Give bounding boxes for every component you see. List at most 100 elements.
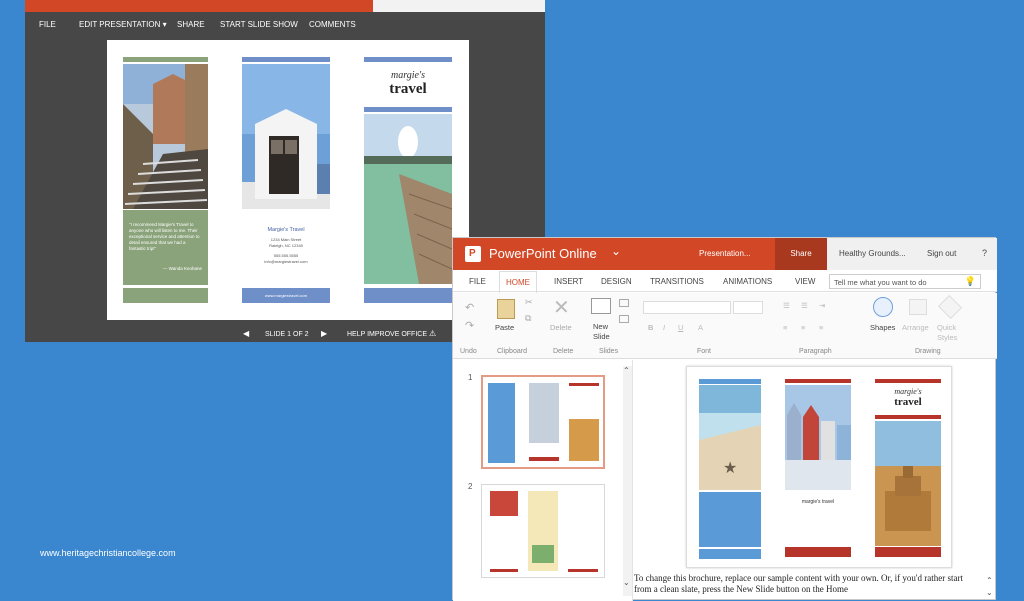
quote-box: "I recommend Margie's Travel to anyone w… — [123, 210, 208, 285]
new-slide-icon[interactable] — [591, 298, 611, 314]
web-address: www.margiestravel.com — [264, 293, 308, 298]
numbering-icon[interactable]: ☰ — [801, 301, 808, 310]
font-name-dropdown[interactable] — [643, 301, 731, 314]
panel-accent-bar — [875, 415, 941, 419]
new-slide-label-line1[interactable]: New — [593, 322, 608, 331]
align-center-icon[interactable]: ≡ — [801, 323, 805, 332]
powerpoint-logo-icon[interactable]: P — [465, 246, 481, 262]
indent-icon[interactable]: ⇥ — [819, 301, 825, 310]
sign-out-link[interactable]: Sign out — [927, 249, 956, 258]
app-title-bar: P PowerPoint Online ⌄ Presentation... Sh… — [453, 238, 997, 270]
stairs-photo — [123, 64, 208, 209]
quick-styles-icon[interactable] — [937, 294, 963, 320]
account-bar: Healthy Grounds... Sign out ? — [827, 238, 997, 270]
redo-icon[interactable]: ↷ — [465, 319, 474, 332]
testimonial-author: — Wanda Keohane — [162, 266, 202, 271]
watermark-text: www.heritagechristiancollege.com — [40, 548, 176, 558]
undo-icon[interactable]: ↶ — [465, 301, 474, 314]
new-slide-label-line2[interactable]: Slide — [593, 332, 610, 341]
account-area[interactable] — [373, 0, 545, 12]
menu-file[interactable]: FILE — [39, 20, 56, 29]
next-slide-icon[interactable]: ▶ — [321, 329, 327, 338]
arrange-icon[interactable] — [909, 299, 927, 315]
group-label-slides: Slides — [599, 348, 619, 355]
shapes-button-label[interactable]: Shapes — [870, 323, 895, 332]
tab-animations[interactable]: ANIMATIONS — [723, 277, 772, 286]
group-label-clipboard: Clipboard — [497, 348, 527, 355]
slide-counter: SLIDE 1 OF 2 — [265, 331, 309, 338]
arrange-button-label[interactable]: Arrange — [902, 323, 929, 332]
layout-icon[interactable] — [619, 299, 629, 307]
phone-number: 555.555.5555 — [273, 253, 299, 258]
app-launcher-chevron-icon[interactable]: ⌄ — [611, 244, 621, 258]
underline-icon[interactable]: U — [678, 323, 683, 332]
notes-scrollbar[interactable]: ⌃ ⌄ — [986, 576, 996, 600]
tab-transitions[interactable]: TRANSITIONS — [650, 277, 704, 286]
speaker-notes[interactable]: To change this brochure, replace our sam… — [634, 573, 982, 601]
panel-accent-bar — [875, 379, 941, 383]
font-color-icon[interactable]: A — [698, 323, 703, 332]
user-name[interactable]: Healthy Grounds... — [839, 249, 906, 258]
bullets-icon[interactable]: ☰ — [783, 301, 790, 310]
bold-icon[interactable]: B — [648, 323, 653, 332]
delete-button-label[interactable]: Delete — [550, 323, 572, 332]
menu-start-slide-show[interactable]: START SLIDE SHOW — [220, 20, 298, 29]
notes-scroll-up-icon[interactable]: ⌃ — [986, 576, 993, 585]
menu-edit-presentation[interactable]: EDIT PRESENTATION ▾ — [79, 20, 167, 29]
company-name: margie's travel — [801, 499, 835, 505]
thumb-panel — [569, 419, 599, 461]
brochure-right-panel: margie's travel — [364, 57, 452, 303]
group-label-font: Font — [697, 348, 712, 355]
quote-box — [699, 492, 761, 547]
panel-accent-bar — [364, 107, 452, 112]
thumb-panel — [488, 383, 515, 463]
document-name[interactable]: Presentation... — [699, 249, 751, 258]
italic-icon[interactable]: I — [663, 323, 665, 332]
cut-icon[interactable]: ✂ — [525, 297, 533, 308]
shapes-icon[interactable] — [873, 297, 893, 317]
door-photo — [242, 64, 330, 209]
feedback-icon[interactable]: ⚠ — [429, 329, 436, 338]
tab-insert[interactable]: INSERT — [554, 277, 583, 286]
thumb-photo — [532, 545, 554, 563]
testimonial-quote: "I recommend Margie's Travel to anyone w… — [129, 222, 200, 251]
help-improve-office-link[interactable]: HELP IMPROVE OFFICE — [347, 331, 427, 338]
font-size-dropdown[interactable] — [733, 301, 763, 314]
help-icon[interactable]: ? — [982, 248, 987, 258]
tab-home[interactable]: HOME — [499, 271, 537, 295]
tab-view[interactable]: VIEW — [795, 277, 815, 286]
menu-comments[interactable]: COMMENTS — [309, 20, 356, 29]
group-label-paragraph: Paragraph — [799, 348, 832, 355]
brochure-middle-panel: Margie's Travel 1234 Main Street Raleigh… — [242, 57, 330, 303]
menu-share[interactable]: SHARE — [177, 20, 205, 29]
copy-icon[interactable]: ⧉ — [525, 313, 531, 324]
align-left-icon[interactable]: ≡ — [783, 323, 787, 332]
tab-design[interactable]: DESIGN — [601, 277, 632, 286]
quick-styles-label-line2[interactable]: Styles — [937, 333, 957, 342]
group-label-drawing: Drawing — [915, 348, 941, 355]
align-right-icon[interactable]: ≡ — [819, 323, 823, 332]
tell-me-placeholder: Tell me what you want to do — [834, 278, 927, 287]
scroll-down-icon[interactable]: ⌄ — [623, 578, 630, 587]
thumb-bar — [569, 383, 599, 386]
app-name[interactable]: PowerPoint Online — [489, 246, 597, 261]
notes-scroll-down-icon[interactable]: ⌄ — [986, 588, 993, 597]
quick-styles-label-line1[interactable]: Quick — [937, 323, 956, 332]
tab-file[interactable]: FILE — [469, 277, 486, 286]
panel-accent-bar — [242, 57, 330, 62]
paste-icon[interactable] — [497, 299, 515, 319]
tell-me-box[interactable]: Tell me what you want to do 💡 — [829, 274, 981, 289]
slide-thumbnail-2[interactable] — [481, 484, 605, 578]
paste-button-label[interactable]: Paste — [495, 323, 514, 332]
reset-slide-icon[interactable] — [619, 315, 629, 323]
slide-canvas[interactable]: ★ margie's travel margie's travel — [686, 366, 952, 568]
delete-icon[interactable]: ✕ — [553, 295, 570, 320]
share-button[interactable]: Share — [775, 238, 827, 270]
thumbnail-scrollbar[interactable]: ⌃ ⌄ — [623, 366, 632, 596]
slide-thumbnail-1[interactable] — [481, 375, 605, 469]
scroll-up-icon[interactable]: ⌃ — [623, 366, 630, 375]
previous-slide-icon[interactable]: ◀ — [243, 329, 249, 338]
brochure-left-panel: "I recommend Margie's Travel to anyone w… — [123, 57, 208, 303]
thumb-photo — [490, 491, 518, 516]
thumbnail-number-2: 2 — [468, 482, 473, 491]
